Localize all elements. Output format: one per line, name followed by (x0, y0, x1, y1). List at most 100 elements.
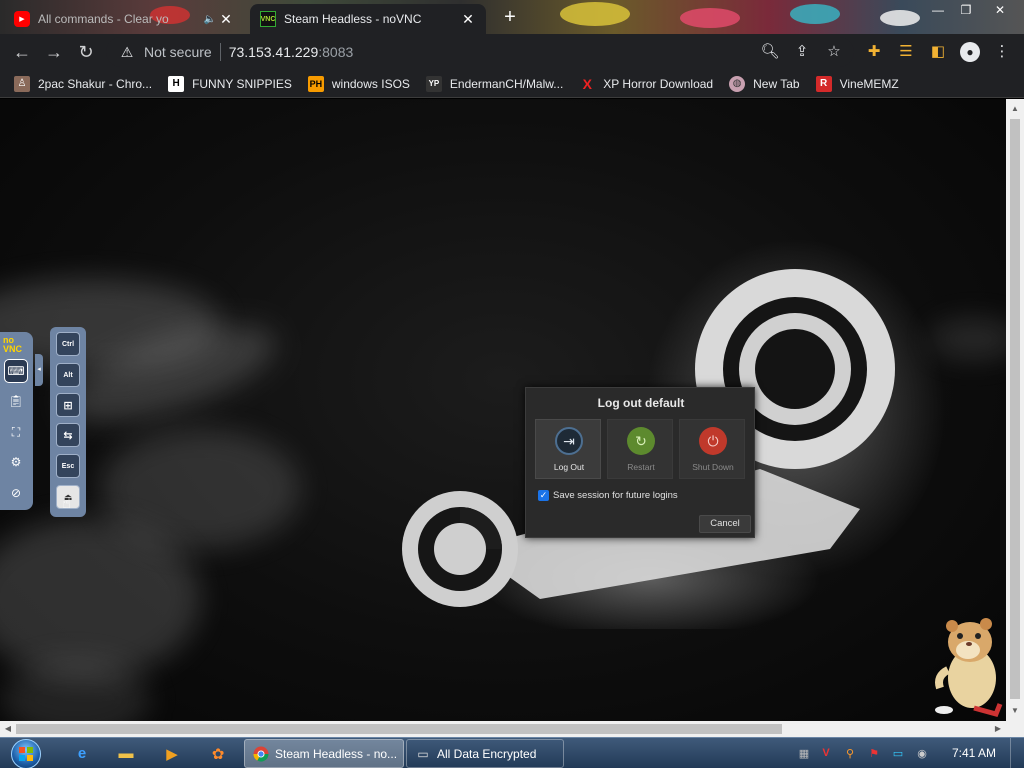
restart-button[interactable]: ↻ Restart (607, 419, 673, 479)
restore-icon[interactable]: ❐ (952, 0, 980, 20)
youtube-icon: ▶ (14, 11, 30, 27)
vnc-remote-screen[interactable]: Log out default ⇥ Log Out ↻ Restart ⏻ Sh… (0, 99, 1006, 721)
bookmark-item[interactable]: ♙ 2pac Shakur - Chro... (14, 75, 152, 92)
checkmark-icon[interactable]: ✓ (538, 490, 549, 501)
scroll-up-icon[interactable]: ▲ (1006, 101, 1024, 117)
scroll-thumb[interactable] (1010, 119, 1020, 699)
fullscreen-icon: ⛶ (11, 424, 21, 439)
bookmark-item[interactable]: X XP Horror Download (579, 76, 714, 92)
save-session-checkbox[interactable]: ✓ Save session for future logins (538, 490, 678, 501)
reload-icon[interactable]: ↻ (74, 40, 98, 64)
gear-icon: ⚙ (10, 455, 22, 469)
forward-arrow-icon[interactable]: → (42, 40, 66, 64)
windows-key-button[interactable]: ⊞ (56, 393, 80, 417)
close-tab-icon[interactable]: ✕ (218, 11, 234, 28)
address-bar[interactable]: ⚠ Not secure 73.153.41.229:8083 (106, 37, 854, 67)
tab-strip: ▶ All commands - Clear yo 🔈 ✕ VNC Steam … (0, 0, 1024, 34)
scroll-right-icon[interactable]: ▶ (990, 721, 1006, 737)
log-out-button[interactable]: ⇥ Log Out (535, 419, 601, 479)
start-button[interactable] (8, 738, 44, 768)
clock[interactable]: 7:41 AM (944, 738, 1004, 768)
bookmark-label: New Tab (753, 76, 800, 91)
close-tab-icon[interactable]: ✕ (460, 11, 476, 28)
taskbar-item-chrome[interactable]: Steam Headless - no... (244, 739, 404, 768)
url-host[interactable]: 73.153.41.229 (229, 44, 319, 60)
warning-icon[interactable]: ⚠ (114, 44, 140, 61)
restart-icon: ↻ (627, 427, 655, 455)
scroll-left-icon[interactable]: ◀ (0, 721, 16, 737)
minimize-icon[interactable]: — (924, 0, 952, 20)
fullscreen-button[interactable]: ⛶ (4, 420, 28, 444)
taskbar-item-all-data-encrypted[interactable]: ▭ All Data Encrypted (406, 739, 564, 768)
close-window-icon[interactable]: ✕ (986, 0, 1014, 20)
security-label[interactable]: Not secure (144, 44, 212, 60)
bookmark-item[interactable]: PH windows ISOS (307, 75, 410, 92)
media-icon[interactable]: ☰ (894, 40, 918, 64)
tab-key-button[interactable]: ⇆ (56, 423, 80, 447)
scroll-down-icon[interactable]: ▼ (1006, 703, 1024, 719)
vertical-scrollbar[interactable]: ▲ ▼ (1006, 99, 1024, 721)
tray-network-icon[interactable]: ▦ (796, 745, 812, 761)
clipboard-icon: 📋︎ (8, 394, 24, 408)
tab-icon: ⇆ (63, 429, 73, 442)
extra-keys-button[interactable]: ⌨ (4, 359, 28, 383)
disconnect-button[interactable]: ⊘ (4, 481, 28, 505)
shut-down-button[interactable]: ⏻ Shut Down (679, 419, 745, 479)
extensions-icon[interactable]: ✚ (862, 40, 886, 64)
taskbar-item-label: Steam Headless - no... (275, 746, 398, 761)
internet-explorer-icon[interactable]: e (62, 739, 102, 768)
show-desktop-button[interactable] (1010, 738, 1024, 768)
media-player-icon[interactable]: ▶ (152, 739, 192, 768)
paint-icon[interactable]: ✿ (198, 739, 238, 768)
profile-avatar-icon[interactable]: ● (958, 40, 982, 64)
dialog-title: Log out default (597, 396, 685, 410)
tab-inactive[interactable]: ▶ All commands - Clear yo 🔈 ✕ (4, 4, 244, 34)
shut-down-label: Shut Down (692, 462, 734, 472)
save-session-label: Save session for future logins (553, 490, 678, 501)
cancel-button[interactable]: Cancel (699, 515, 751, 533)
window-icon: ▭ (417, 746, 429, 761)
tab-title: Steam Headless - noVNC (284, 12, 422, 26)
wallpaper-splash (560, 2, 630, 26)
settings-button[interactable]: ⚙ (4, 450, 28, 474)
new-tab-button[interactable]: + (498, 6, 522, 30)
restart-label: Restart (627, 462, 655, 472)
alt-key-button[interactable]: Alt (56, 363, 80, 387)
tray-search-icon[interactable]: ⚲ (842, 745, 858, 761)
novnc-control-bar: no VNC ⌨ 📋︎ ⛶ ⚙ ⊘ (0, 332, 33, 510)
tray-monitor-icon[interactable]: ▭ (890, 745, 906, 761)
back-arrow-icon[interactable]: ← (10, 40, 34, 64)
globe-icon: ◍ (729, 75, 746, 92)
tray-volume-icon[interactable]: ◉ (914, 745, 930, 761)
bookmark-item[interactable]: YP EndermanCH/Malw... (425, 75, 563, 92)
speaker-icon[interactable]: 🔈 (202, 14, 218, 25)
side-panel-icon[interactable]: ◧ (926, 40, 950, 64)
bookmark-star-icon[interactable]: ☆ (822, 40, 846, 64)
wallpaper-splash (790, 4, 840, 24)
file-explorer-icon[interactable]: ▬ (106, 739, 146, 768)
tab-title: All commands - Clear yo (38, 12, 169, 26)
share-icon[interactable]: ⇪ (790, 40, 814, 64)
tray-v-icon[interactable]: V (818, 745, 834, 761)
windows-taskbar: e ▬ ▶ ✿ Steam Headless - no... ▭ All Dat… (0, 737, 1024, 768)
bookmark-item[interactable]: H FUNNY SNIPPIES (168, 75, 292, 92)
ph-icon: PH (307, 75, 324, 92)
bookmark-item[interactable]: ◍ New Tab (729, 75, 800, 92)
esc-key-button[interactable]: Esc (56, 454, 80, 478)
bookmarks-bar: ♙ 2pac Shakur - Chro... H FUNNY SNIPPIES… (0, 70, 1024, 98)
keyboard-icon: ⌨ (7, 364, 25, 378)
url-port[interactable]: :8083 (318, 44, 353, 60)
windows-logo-icon (11, 738, 41, 768)
hamster-mascot[interactable] (934, 616, 1006, 720)
scroll-thumb[interactable] (16, 724, 782, 734)
control-bar-handle[interactable]: ◂ (35, 354, 43, 386)
logout-icon: ⇥ (555, 427, 583, 455)
menu-kebab-icon[interactable]: ⋮ (990, 40, 1014, 64)
tab-active[interactable]: VNC Steam Headless - noVNC ✕ (250, 4, 486, 34)
clipboard-button[interactable]: 📋︎ (4, 389, 28, 413)
bookmark-item[interactable]: R VineMEMZ (815, 75, 899, 92)
ctrl-key-button[interactable]: Ctrl (56, 332, 80, 356)
horizontal-scrollbar[interactable]: ◀ ▶ (0, 721, 1024, 737)
zoom-icon[interactable]: 🔍︎ (758, 40, 782, 64)
tray-flag-icon[interactable]: ⚑ (866, 745, 882, 761)
